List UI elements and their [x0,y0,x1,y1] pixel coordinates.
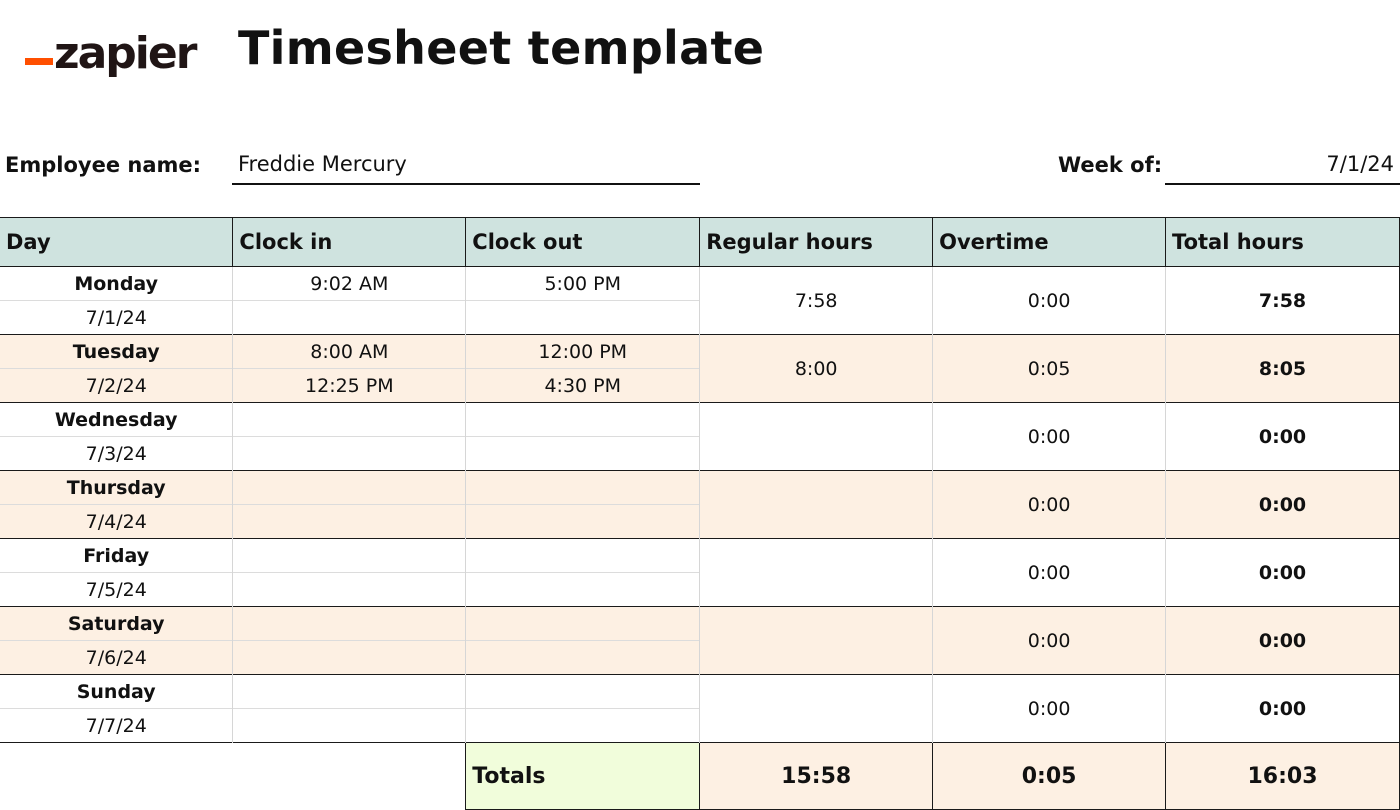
table-row: Saturday 0:00 0:00 [0,606,1400,675]
clock-in-cell[interactable]: 12:25 PM [232,368,467,403]
total-regular-hours: 15:58 [699,742,934,810]
totals-label: Totals [465,742,701,810]
day-date: 7/4/24 [0,504,234,539]
regular-hours-cell: 8:00 [699,334,934,403]
table-row: Monday 9:02 AM 5:00 PM 7:58 0:00 7:58 [0,266,1400,335]
clock-out-cell[interactable]: 12:00 PM [465,334,701,369]
col-header-total-hours: Total hours [1165,217,1400,267]
day-date: 7/2/24 [0,368,234,403]
totals-row: Totals 15:58 0:05 16:03 [0,742,1400,810]
clock-in-cell[interactable] [232,538,467,573]
clock-out-cell[interactable]: 4:30 PM [465,368,701,403]
total-overtime: 0:05 [932,742,1167,810]
clock-out-cell[interactable] [465,674,701,709]
day-name: Wednesday [0,402,234,437]
totals-spacer [232,742,466,810]
day-name: Saturday [0,606,234,641]
col-header-clock-out: Clock out [465,217,701,267]
day-name: Thursday [0,470,234,505]
clock-out-cell[interactable] [465,640,701,675]
zapier-logo: zapier [25,20,197,80]
day-date: 7/6/24 [0,640,234,675]
total-hours-cell: 7:58 [1165,266,1400,335]
col-header-day: Day [0,217,234,267]
day-date: 7/3/24 [0,436,234,471]
day-date: 7/7/24 [0,708,234,743]
table-row: Thursday 0:00 0:00 [0,470,1400,539]
day-name: Tuesday [0,334,234,369]
col-header-clock-in: Clock in [232,217,467,267]
day-name: Sunday [0,674,234,709]
clock-out-cell[interactable] [465,572,701,607]
overtime-cell: 0:00 [932,606,1167,675]
regular-hours-cell: 7:58 [699,266,934,335]
clock-in-cell[interactable]: 9:02 AM [232,266,467,301]
totals-spacer [0,742,233,810]
clock-in-cell[interactable] [232,436,467,471]
header-row: Day Clock in Clock out Regular hours Ove… [0,217,1400,267]
total-hours-cell: 0:00 [1165,606,1400,675]
total-hours-cell: 0:00 [1165,470,1400,539]
employee-name-field[interactable]: Freddie Mercury [232,149,700,185]
clock-out-cell[interactable] [465,606,701,641]
clock-out-cell[interactable] [465,436,701,471]
clock-in-cell[interactable] [232,470,467,505]
regular-hours-cell [699,538,934,607]
clock-in-cell[interactable] [232,300,467,335]
clock-out-cell[interactable] [465,708,701,743]
total-hours-cell: 0:00 [1165,538,1400,607]
page-title: Timesheet template [238,21,765,75]
total-hours-sum: 16:03 [1165,742,1400,810]
day-date: 7/1/24 [0,300,234,335]
regular-hours-cell [699,606,934,675]
clock-in-cell[interactable] [232,674,467,709]
day-name: Friday [0,538,234,573]
clock-out-cell[interactable] [465,402,701,437]
total-hours-cell: 0:00 [1165,674,1400,743]
col-header-overtime: Overtime [932,217,1167,267]
logo-dash-icon [25,58,53,65]
clock-in-cell[interactable] [232,572,467,607]
overtime-cell: 0:05 [932,334,1167,403]
table-row: Tuesday 8:00 AM 12:00 PM 8:00 0:05 8:05 [0,334,1400,403]
clock-out-cell[interactable] [465,504,701,539]
overtime-cell: 0:00 [932,470,1167,539]
timesheet-table: Day Clock in Clock out Regular hours Ove… [0,217,1400,810]
total-hours-cell: 8:05 [1165,334,1400,403]
overtime-cell: 0:00 [932,402,1167,471]
clock-in-cell[interactable] [232,606,467,641]
clock-out-cell[interactable] [465,300,701,335]
clock-in-cell[interactable] [232,504,467,539]
table-row: Friday 0:00 0:00 [0,538,1400,607]
clock-in-cell[interactable]: 8:00 AM [232,334,467,369]
clock-in-cell[interactable] [232,402,467,437]
week-of-field[interactable]: 7/1/24 [1165,149,1400,185]
week-of-label: Week of: [1058,153,1163,177]
regular-hours-cell [699,402,934,471]
table-row: Sunday 0:00 0:00 [0,674,1400,743]
overtime-cell: 0:00 [932,538,1167,607]
clock-out-cell[interactable]: 5:00 PM [465,266,701,301]
overtime-cell: 0:00 [932,266,1167,335]
clock-out-cell[interactable] [465,470,701,505]
clock-out-cell[interactable] [465,538,701,573]
table-row: Wednesday 0:00 0:00 [0,402,1400,471]
logo-wordmark: zapier [54,28,197,79]
total-hours-cell: 0:00 [1165,402,1400,471]
regular-hours-cell [699,470,934,539]
clock-in-cell[interactable] [232,708,467,743]
col-header-regular-hours: Regular hours [699,217,934,267]
day-date: 7/5/24 [0,572,234,607]
day-name: Monday [0,266,234,301]
regular-hours-cell [699,674,934,743]
employee-name-label: Employee name: [5,153,202,177]
overtime-cell: 0:00 [932,674,1167,743]
clock-in-cell[interactable] [232,640,467,675]
